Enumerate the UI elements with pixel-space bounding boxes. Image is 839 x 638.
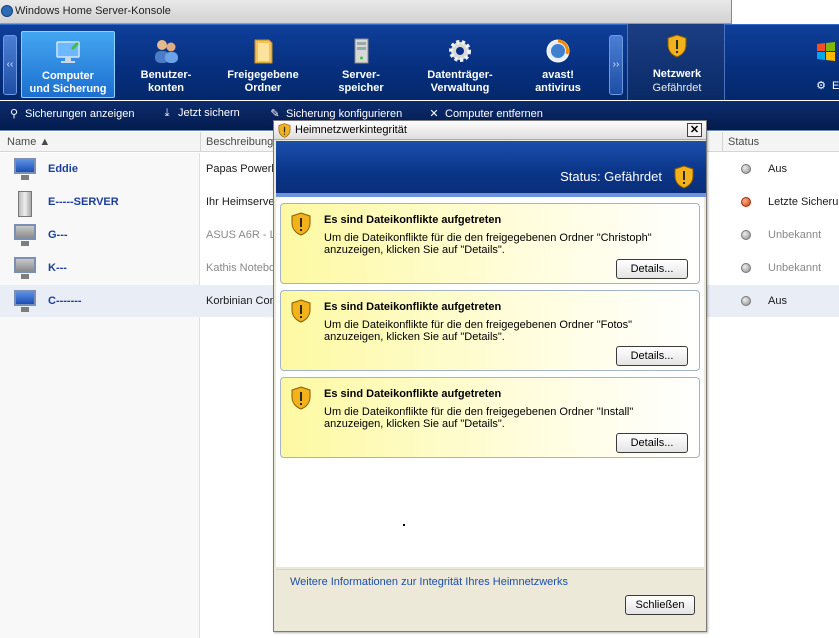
nav-scroll-left-button[interactable]: ‹‹: [3, 35, 17, 95]
status-indicator-icon: [741, 230, 751, 240]
alert-heading: Es sind Dateikonflikte aufgetreten: [324, 301, 502, 313]
backup-now-button[interactable]: ⤓ Jetzt sichern: [160, 107, 240, 120]
settings-gear-icon: ⚙: [816, 80, 826, 92]
shield-warning-icon: [667, 34, 687, 61]
avast-icon: [544, 37, 572, 65]
server-icon: [10, 191, 40, 217]
computer-status: Letzte Sicherung: [768, 196, 839, 208]
alert-body: Um die Dateikonflikte für die den freige…: [324, 319, 633, 343]
computer-description: Papas Powerk: [206, 163, 274, 175]
remove-computer-button[interactable]: ✕ Computer entfernen: [427, 107, 542, 120]
shield-warning-icon: [291, 386, 311, 413]
computer-description: Ihr Heimserve: [206, 196, 274, 208]
alert-heading: Es sind Dateikonflikte aufgetreten: [324, 214, 502, 226]
laptop-icon: [10, 224, 40, 248]
view-backups-icon: ⚲: [9, 108, 19, 120]
status-indicator-icon: [741, 263, 751, 273]
alert-item: Es sind Dateikonflikte aufgetreten Um di…: [280, 203, 700, 284]
computer-description: Korbinian Com: [206, 295, 274, 307]
column-description-header[interactable]: Beschreibung: [206, 136, 273, 148]
tab-label: Server- speicher: [338, 69, 384, 94]
computer-name: C-------: [48, 295, 82, 307]
status-indicator-icon: [741, 197, 751, 207]
configure-backup-button[interactable]: ✎ Sicherung konfigurieren: [268, 107, 402, 120]
desktop-computer-icon: [10, 290, 40, 314]
computer-status: Aus: [768, 163, 787, 175]
nav-scroll-right-button[interactable]: ››: [609, 35, 623, 95]
window-title: Windows Home Server-Konsole: [15, 5, 171, 17]
windows-logo-icon: [815, 40, 837, 62]
tab-label: avast! antivirus: [535, 69, 581, 94]
dialog-titlebar: Heimnetzwerkintegrität ✕: [274, 121, 706, 140]
network-health-dialog: Heimnetzwerkintegrität ✕ Status: Gefährd…: [273, 120, 707, 632]
folder-icon: [249, 37, 277, 65]
computer-name: G---: [48, 229, 68, 241]
dialog-footer: Weitere Informationen zur Integrität Ihr…: [276, 569, 704, 631]
status-indicator-icon: [741, 296, 751, 306]
column-status-header[interactable]: Status: [728, 136, 759, 148]
window-titlebar: Windows Home Server-Konsole: [0, 0, 839, 24]
server-storage-icon: [347, 37, 375, 65]
tab-benutzerkonten[interactable]: Benutzer- konten: [119, 31, 213, 98]
tab-label: Freigegebene Ordner: [227, 69, 299, 94]
computer-name: Eddie: [48, 163, 78, 175]
shield-warning-icon: [674, 165, 694, 192]
close-button[interactable]: Schließen: [625, 595, 695, 615]
alert-list: Es sind Dateikonflikte aufgetreten Um di…: [276, 197, 704, 567]
laptop-icon: [10, 257, 40, 281]
settings-button[interactable]: ⚙ E: [814, 79, 839, 92]
dialog-close-button[interactable]: ✕: [687, 123, 702, 137]
computer-status: Aus: [768, 295, 787, 307]
status-indicator-icon: [741, 164, 751, 174]
details-button[interactable]: Details...: [616, 259, 688, 279]
remove-computer-icon: ✕: [429, 108, 439, 120]
computer-status: Unbekannt: [768, 262, 822, 274]
tab-label: Benutzer- konten: [140, 69, 192, 94]
tab-serverspeicher[interactable]: Server- speicher: [314, 31, 408, 98]
dialog-title: Heimnetzwerkintegrität: [295, 124, 407, 136]
computer-icon: [54, 38, 82, 66]
users-icon: [152, 37, 180, 65]
network-status: Gefährdet: [652, 82, 702, 94]
backup-now-icon: ⤓: [164, 107, 170, 119]
stray-dot: [403, 524, 405, 526]
tab-avast-antivirus[interactable]: avast! antivirus: [511, 31, 605, 98]
tab-label: Computer und Sicherung: [29, 70, 107, 95]
alert-item: Es sind Dateikonflikte aufgetreten Um di…: [280, 290, 700, 371]
tab-computer-und-sicherung[interactable]: Computer und Sicherung: [21, 31, 115, 98]
alert-body: Um die Dateikonflikte für die den freige…: [324, 406, 634, 430]
desktop-computer-icon: [10, 158, 40, 182]
tab-freigegebene-ordner[interactable]: Freigegebene Ordner: [216, 31, 310, 98]
alert-body: Um die Dateikonflikte für die den freige…: [324, 232, 652, 256]
computer-name: K---: [48, 262, 67, 274]
view-backups-button[interactable]: ⚲ Sicherungen anzeigen: [7, 107, 135, 120]
tab-label: Datenträger- Verwaltung: [427, 69, 493, 94]
computer-description: ASUS A6R - L: [206, 229, 274, 241]
home-server-icon: [1, 5, 13, 17]
network-status-tile[interactable]: Netzwerk Gefährdet: [627, 24, 725, 100]
alert-heading: Es sind Dateikonflikte aufgetreten: [324, 388, 502, 400]
background-window-edge: [731, 0, 839, 24]
computer-name: E-----SERVER: [48, 196, 119, 208]
dialog-status-banner: Status: Gefährdet: [276, 141, 706, 197]
details-button[interactable]: Details...: [616, 346, 688, 366]
sort-ascending-icon: ▲: [39, 136, 51, 148]
details-button[interactable]: Details...: [616, 433, 688, 453]
shield-warning-icon: [278, 123, 291, 141]
computer-status: Unbekannt: [768, 229, 822, 241]
dialog-status-text: Status: Gefährdet: [560, 169, 662, 184]
shield-warning-icon: [291, 212, 311, 239]
shield-warning-icon: [291, 299, 311, 326]
network-title: Netzwerk: [652, 68, 702, 80]
computer-description: Kathis Notebo: [206, 262, 274, 274]
alert-item: Es sind Dateikonflikte aufgetreten Um di…: [280, 377, 700, 458]
configure-backup-icon: ✎: [270, 108, 280, 120]
column-name-header[interactable]: Name ▲: [7, 136, 50, 148]
more-info-link[interactable]: Weitere Informationen zur Integrität Ihr…: [290, 576, 568, 588]
gear-icon: [446, 37, 474, 65]
tab-datentraeger-verwaltung[interactable]: Datenträger- Verwaltung: [413, 31, 507, 98]
